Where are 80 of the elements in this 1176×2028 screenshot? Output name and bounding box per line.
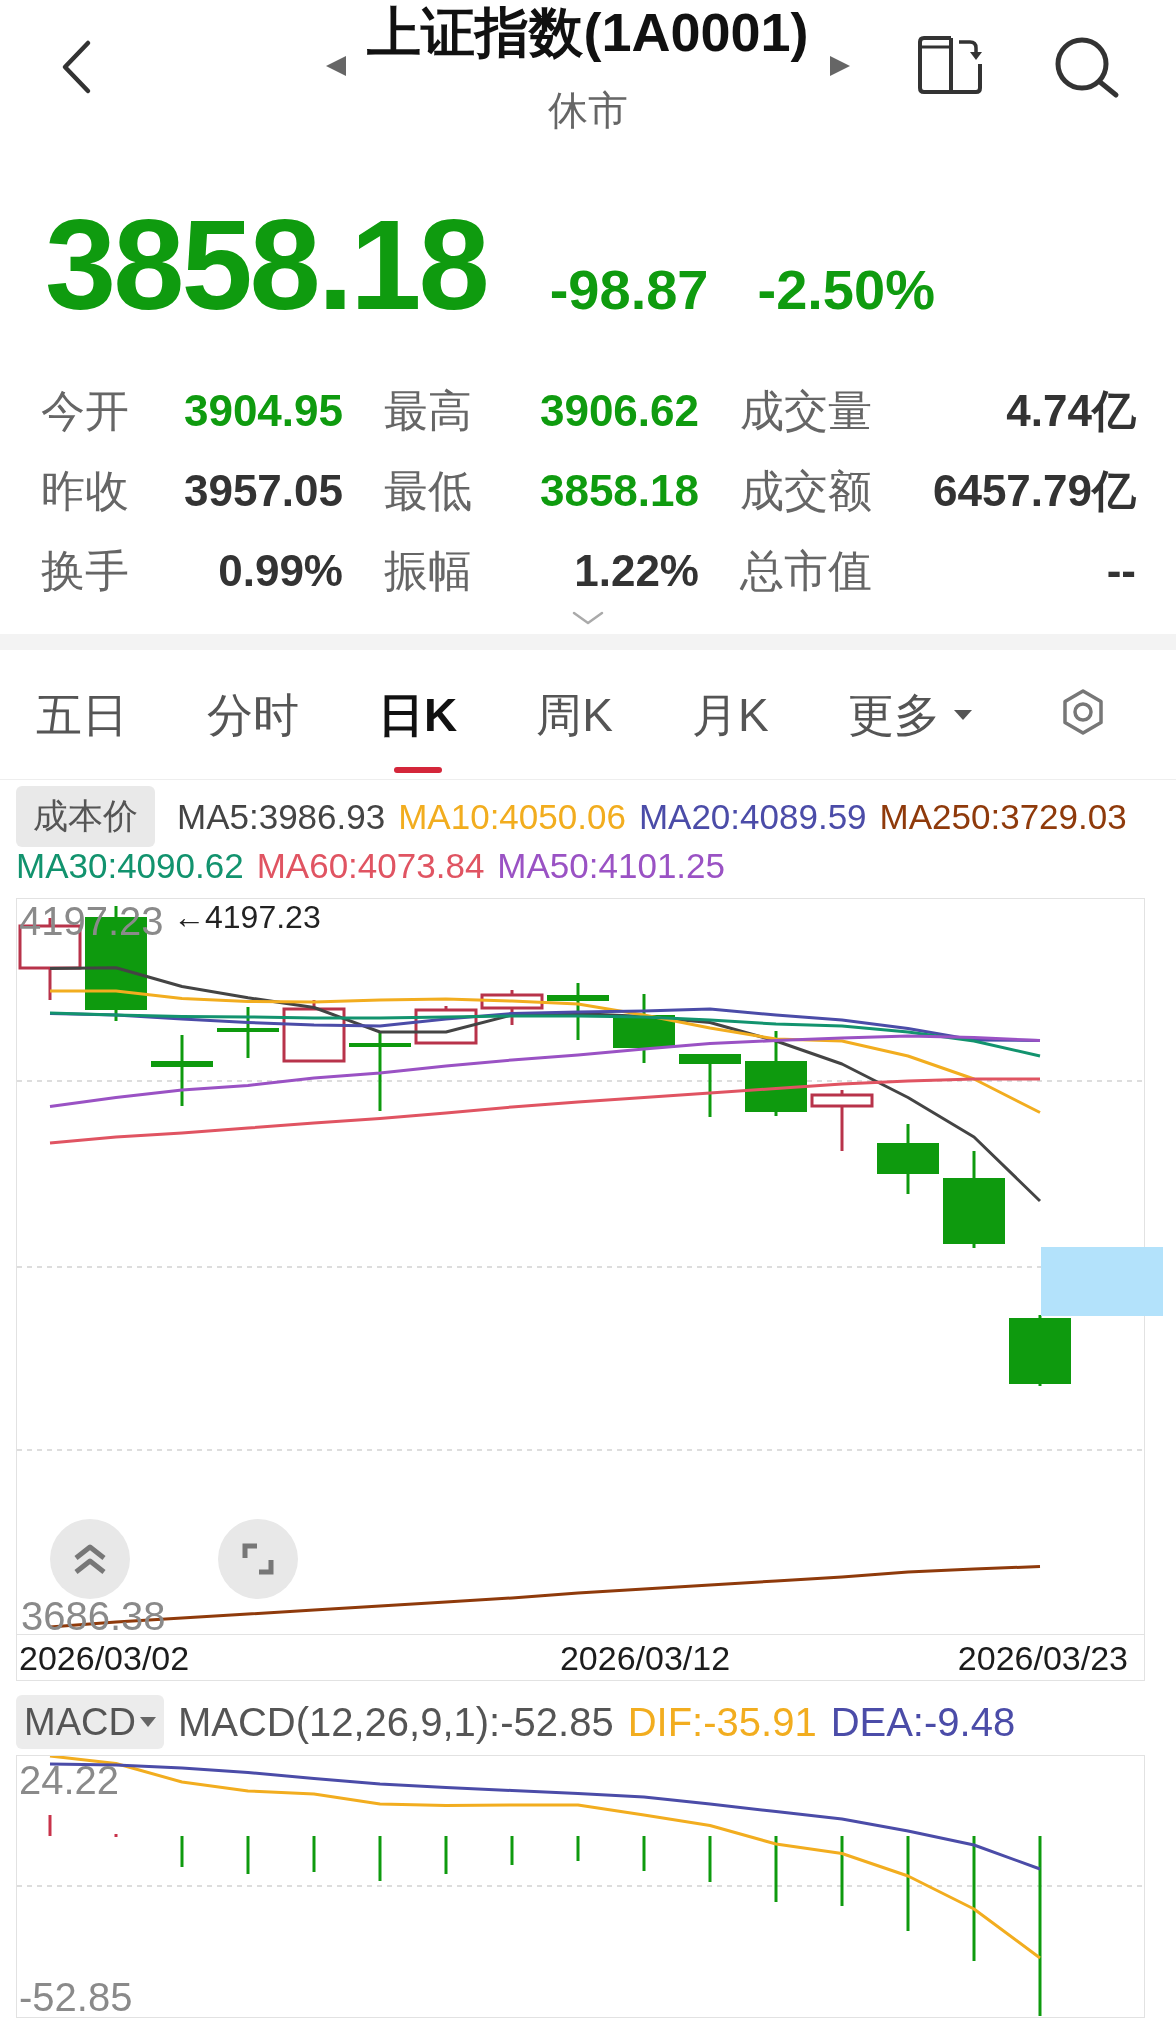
stat-label: 昨收	[41, 466, 129, 516]
histogram-bar	[510, 1836, 514, 1865]
caret-down-icon	[953, 710, 972, 720]
stat-value: 3957.05	[183, 466, 343, 516]
stat-label: 振幅	[384, 546, 472, 596]
stat-label: 最高	[384, 386, 472, 436]
histogram-bar	[180, 1836, 184, 1867]
chart-tab[interactable]: 更多	[847, 680, 972, 773]
index-price: 3858.18	[45, 200, 487, 330]
date-label: 2026/03/12	[559, 1639, 731, 1677]
histogram-bar	[576, 1836, 580, 1861]
market-status: 休市	[548, 88, 628, 132]
candlestick	[414, 1006, 478, 1045]
caret-down-icon	[139, 1717, 156, 1727]
indicator-selector[interactable]: MACD	[16, 1695, 164, 1749]
split-view-icon[interactable]	[917, 35, 983, 95]
histogram-bar	[642, 1836, 646, 1871]
candlestick	[810, 1090, 874, 1151]
candlestick	[877, 1124, 939, 1194]
indicator-value: MACD(12,26,9,1):-52.85	[177, 1699, 614, 1745]
stat-value: 4.74亿	[1006, 386, 1136, 436]
cost-price-button[interactable]: 成本价	[16, 786, 155, 847]
axis-label: -52.85	[19, 1977, 133, 2017]
histogram-bar	[48, 1815, 52, 1836]
stock-title: 上证指数(1A0001)	[367, 1, 809, 64]
histogram-bar	[114, 1834, 118, 1837]
chart-tab[interactable]: 五日	[36, 680, 128, 773]
candlestick	[1009, 1315, 1071, 1386]
stat-label: 成交额	[740, 466, 872, 516]
stat-label: 换手	[41, 546, 129, 596]
price-change: -98.87	[549, 258, 709, 322]
search-icon[interactable]	[1053, 35, 1120, 99]
percent-change: -2.50%	[757, 258, 935, 322]
moving-average-label: MA30:4090.62	[16, 847, 244, 885]
histogram-bar	[246, 1836, 250, 1874]
high-price-marker: ←4197.23	[173, 901, 321, 933]
moving-average-label: MA60:4073.84	[256, 847, 485, 885]
date-label: 2026/03/02	[19, 1639, 190, 1677]
chart-tab[interactable]: 日K	[378, 680, 458, 773]
moving-average-label: MA250:3729.03	[879, 797, 1127, 836]
corner-brackets-icon	[242, 1543, 274, 1575]
stat-value: 6457.79亿	[932, 466, 1136, 516]
moving-average-label: MA10:4050.06	[398, 797, 626, 836]
histogram-bar	[378, 1836, 382, 1881]
histogram-bar	[774, 1836, 778, 1902]
double-chevron-up-icon	[72, 1543, 108, 1575]
stat-value: 0.99%	[218, 546, 343, 596]
candlestick	[151, 1035, 213, 1106]
stat-label: 成交量	[740, 386, 872, 436]
axis-label: 24.22	[19, 1760, 120, 1800]
moving-average-label: MA50:4101.25	[497, 847, 725, 885]
candlestick	[217, 1007, 279, 1058]
candlestick	[613, 994, 675, 1063]
stat-label: 今开	[41, 386, 129, 436]
back-icon[interactable]	[60, 39, 92, 95]
stat-label: 最低	[384, 466, 472, 516]
candlestick	[480, 990, 544, 1025]
stat-label: 总市值	[740, 546, 872, 596]
histogram-bar	[312, 1836, 316, 1872]
candlestick	[547, 983, 609, 1040]
chart-tab[interactable]: 月K	[691, 680, 769, 773]
moving-average-label: MA20:4089.59	[638, 797, 867, 836]
moving-average-label: MA5:3986.93	[177, 797, 386, 836]
stat-value: 3904.95	[183, 386, 343, 436]
triangle-right-icon[interactable]	[829, 56, 850, 76]
stat-value: --	[1106, 546, 1136, 596]
histogram-bar	[444, 1836, 448, 1874]
indicator-value: DEA:-9.48	[830, 1699, 1016, 1745]
candlestick	[282, 1000, 346, 1063]
stat-value: 3858.18	[539, 466, 699, 516]
chart-tab[interactable]: 分时	[207, 680, 299, 773]
histogram-bar	[708, 1836, 712, 1882]
indicator-value: DIF:-35.91	[627, 1699, 817, 1745]
stat-value: 1.22%	[574, 546, 699, 596]
date-label: 2026/03/23	[957, 1639, 1128, 1677]
candlestick	[679, 1054, 741, 1117]
histogram-bar	[840, 1836, 844, 1906]
stat-value: 3906.62	[539, 386, 699, 436]
triangle-left-icon[interactable]	[326, 56, 347, 76]
chart-tab[interactable]: 周K	[536, 680, 613, 773]
